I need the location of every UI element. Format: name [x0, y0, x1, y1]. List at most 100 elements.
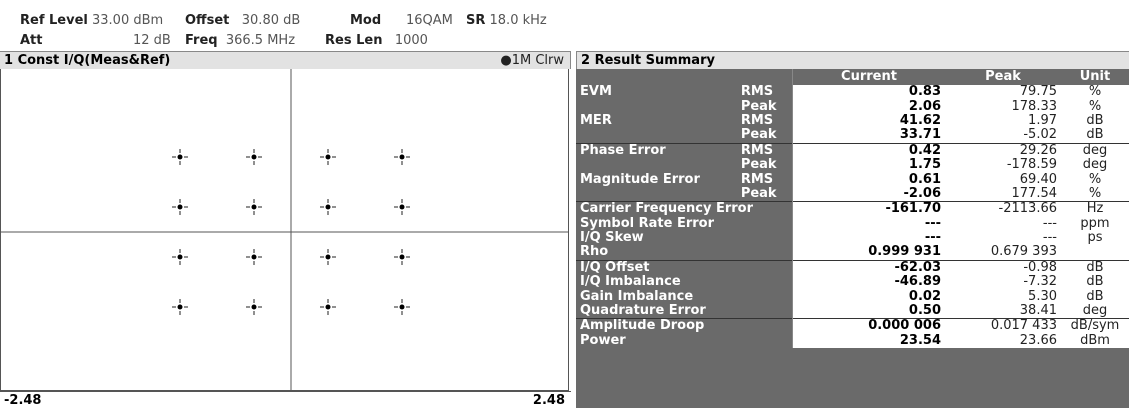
symbol-rate[interactable]: SR 18.0 kHz: [466, 13, 547, 28]
sr-label: SR: [466, 13, 486, 28]
row-peak-value: 0.679 393: [945, 245, 1061, 261]
row-current-value: 0.50: [792, 304, 945, 319]
att-value: 12 dB: [133, 33, 171, 48]
row-unit: %: [1061, 172, 1129, 187]
constellation-point: [394, 299, 410, 315]
row-sublabel: Peak: [736, 186, 793, 202]
result-length[interactable]: Res Len 1000: [325, 33, 428, 48]
row-current-value: -46.89: [792, 275, 945, 290]
row-peak-value: -5.02: [945, 128, 1061, 144]
row-unit: deg: [1061, 304, 1129, 319]
mod-label: Mod: [350, 13, 382, 28]
row-label: Phase Error: [576, 142, 737, 158]
row-unit: dB: [1061, 128, 1129, 144]
constellation-point: [246, 199, 262, 215]
row-peak-value: -178.59: [945, 157, 1061, 173]
row-label: Amplitude Droop: [576, 318, 793, 334]
row-peak-value: 5.30: [945, 289, 1061, 304]
row-unit: deg: [1061, 157, 1129, 173]
modulation[interactable]: Mod 16QAM: [350, 13, 453, 28]
row-peak-value: 79.75: [945, 84, 1061, 100]
col-peak-header: Peak: [945, 69, 1061, 85]
reslen-label: Res Len: [325, 33, 383, 48]
row-unit: dB/sym: [1061, 318, 1129, 334]
row-sublabel: RMS: [736, 142, 793, 158]
row-label: Magnitude Error: [576, 172, 737, 187]
row-current-value: 41.62: [792, 113, 945, 129]
row-peak-value: 23.66: [945, 333, 1061, 349]
constellation-panel-title[interactable]: 1 Const I/Q(Meas&Ref) ●1M Clrw: [0, 51, 571, 69]
row-unit: Hz: [1061, 201, 1129, 217]
row-label: I/Q Skew: [576, 230, 793, 246]
mod-value: 16QAM: [405, 13, 453, 28]
row-unit: dB: [1061, 259, 1129, 276]
summary-row: Gain Imbalance 0.02 5.30 dB: [576, 289, 1129, 304]
summary-row: Phase Error RMS 0.42 29.26 deg: [576, 142, 1129, 158]
constellation-diagram[interactable]: [0, 69, 569, 391]
result-summary-table: Current Peak Unit EVM RMS 0.83 79.75% Peak 2.…: [576, 69, 1129, 349]
row-peak-value: 0.017 433: [945, 318, 1061, 334]
row-label: Symbol Rate Error: [576, 216, 793, 231]
summary-row: Peak 2.06 178.33%: [576, 99, 1129, 114]
row-label: I/Q Imbalance: [576, 275, 793, 290]
row-current-value: -2.06: [792, 186, 945, 202]
constellation-point: [172, 199, 188, 215]
row-current-value: 0.02: [792, 289, 945, 304]
constellation-point: [246, 299, 262, 315]
summary-row: Peak 33.71 -5.02 dB: [576, 128, 1129, 144]
row-current-value: -62.03: [792, 259, 945, 276]
result-summary-title[interactable]: 2 Result Summary: [576, 51, 1129, 69]
row-peak-value: ---: [945, 216, 1061, 231]
row-unit: dBm: [1061, 333, 1129, 349]
summary-row: Peak 1.75 -178.59 deg: [576, 157, 1129, 173]
row-sublabel: RMS: [736, 84, 793, 100]
offset-label: Offset: [185, 13, 230, 28]
row-sublabel: Peak: [736, 99, 793, 114]
constellation-point: [394, 249, 410, 265]
col-unit-header: Unit: [1061, 69, 1129, 85]
constellation-point: [394, 199, 410, 215]
row-label: Quadrature Error: [576, 304, 793, 319]
row-label: Gain Imbalance: [576, 289, 793, 304]
row-current-value: 1.75: [792, 157, 945, 173]
constellation-point: [172, 299, 188, 315]
frequency[interactable]: Freq 366.5 MHz: [185, 33, 295, 48]
offset[interactable]: Offset 30.80 dB: [185, 13, 300, 28]
row-current-value: 33.71: [792, 128, 945, 144]
settings-header: Ref Level 33.00 dBm Offset 30.80 dB Mod …: [0, 0, 1129, 50]
row-peak-value: 29.26: [945, 142, 1061, 158]
row-peak-value: -2113.66: [945, 201, 1061, 217]
row-unit: dB: [1061, 113, 1129, 129]
summary-row: MER RMS 41.62 1.97 dB: [576, 113, 1129, 129]
ref-level-value: 33.00 dBm: [92, 13, 164, 28]
row-label: Power: [576, 333, 793, 349]
summary-row: I/Q Offset -62.03 -0.98 dB: [576, 259, 1129, 276]
constellation-plot: [1, 69, 568, 391]
row-label: Rho: [576, 245, 793, 261]
summary-row: I/Q Skew --- --- ps: [576, 230, 1129, 246]
row-peak-value: 1.97: [945, 113, 1061, 129]
row-unit: %: [1061, 186, 1129, 202]
attenuation[interactable]: Att: [20, 33, 43, 48]
constellation-point: [320, 149, 336, 165]
constellation-point: [246, 149, 262, 165]
ref-level[interactable]: Ref Level 33.00 dBm: [20, 13, 163, 28]
row-unit: %: [1061, 84, 1129, 100]
summary-row: Magnitude Error RMS 0.61 69.40%: [576, 172, 1129, 187]
summary-row: Peak -2.06 177.54%: [576, 186, 1129, 202]
row-current-value: 0.61: [792, 172, 945, 187]
summary-row: Carrier Frequency Error -161.70 -2113.66 Hz: [576, 201, 1129, 217]
row-peak-value: 69.40: [945, 172, 1061, 187]
row-current-value: 0.000 006: [792, 318, 945, 334]
constellation-point: [172, 149, 188, 165]
row-unit: dB: [1061, 289, 1129, 304]
row-unit: dB: [1061, 275, 1129, 290]
row-label: [576, 128, 737, 144]
summary-row: EVM RMS 0.83 79.75%: [576, 84, 1129, 100]
constellation-point: [320, 199, 336, 215]
offset-value: 30.80 dB: [241, 13, 301, 28]
row-label: Carrier Frequency Error: [576, 201, 793, 217]
row-unit: %: [1061, 99, 1129, 114]
summary-row: I/Q Imbalance -46.89 -7.32 dB: [576, 275, 1129, 290]
constellation-point: [172, 249, 188, 265]
